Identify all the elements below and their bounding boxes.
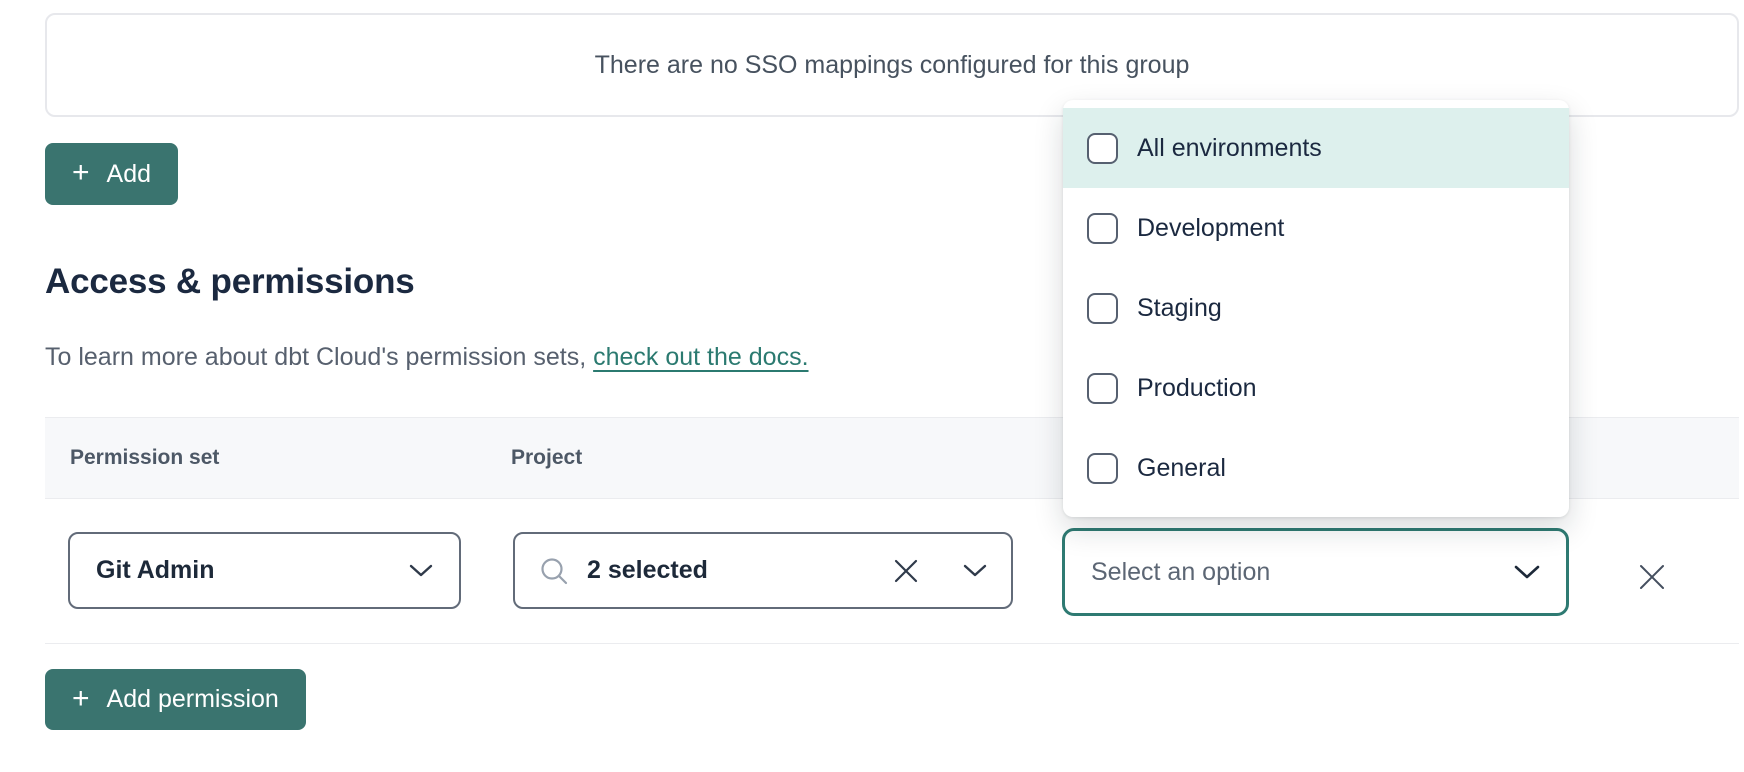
- dropdown-option-development[interactable]: Development: [1063, 188, 1569, 268]
- checkbox-development[interactable]: [1087, 213, 1118, 244]
- remove-row-icon[interactable]: [1637, 562, 1667, 592]
- add-permission-button[interactable]: + Add permission: [45, 669, 306, 730]
- environment-dropdown-panel: All environments Development Staging Pro…: [1063, 100, 1569, 517]
- add-permission-label: Add permission: [107, 685, 279, 714]
- column-header-permission-set: Permission set: [70, 418, 219, 498]
- option-label: Production: [1137, 374, 1257, 403]
- plus-icon: +: [72, 684, 90, 714]
- section-description: To learn more about dbt Cloud's permissi…: [45, 343, 809, 372]
- option-label: Staging: [1137, 294, 1222, 323]
- environment-placeholder: Select an option: [1091, 558, 1514, 587]
- project-multiselect[interactable]: 2 selected: [513, 532, 1013, 609]
- permission-set-select[interactable]: Git Admin: [68, 532, 461, 609]
- section-title: Access & permissions: [45, 262, 415, 302]
- dropdown-option-production[interactable]: Production: [1063, 348, 1569, 428]
- clear-selection-icon[interactable]: [893, 558, 919, 584]
- dropdown-option-all-environments[interactable]: All environments: [1063, 108, 1569, 188]
- chevron-down-icon: [1514, 565, 1540, 580]
- option-label: General: [1137, 454, 1226, 483]
- add-button-label: Add: [107, 160, 151, 189]
- row-divider: [45, 643, 1739, 644]
- permission-set-value: Git Admin: [96, 556, 409, 585]
- project-selected-count: 2 selected: [587, 556, 875, 585]
- docs-link[interactable]: check out the docs.: [593, 343, 808, 371]
- description-text: To learn more about dbt Cloud's permissi…: [45, 343, 593, 371]
- checkbox-general[interactable]: [1087, 453, 1118, 484]
- column-header-project: Project: [511, 418, 582, 498]
- plus-icon: +: [72, 158, 90, 188]
- checkbox-all-environments[interactable]: [1087, 133, 1118, 164]
- checkbox-staging[interactable]: [1087, 293, 1118, 324]
- add-sso-mapping-button[interactable]: + Add: [45, 143, 178, 205]
- dropdown-option-staging[interactable]: Staging: [1063, 268, 1569, 348]
- dropdown-option-general[interactable]: General: [1063, 428, 1569, 508]
- chevron-down-icon: [963, 564, 987, 578]
- environment-select-focused[interactable]: Select an option: [1062, 528, 1569, 616]
- chevron-down-icon: [409, 564, 433, 578]
- search-icon: [539, 556, 569, 586]
- sso-empty-message: There are no SSO mappings configured for…: [595, 51, 1190, 80]
- option-label: All environments: [1137, 134, 1322, 163]
- option-label: Development: [1137, 214, 1284, 243]
- checkbox-production[interactable]: [1087, 373, 1118, 404]
